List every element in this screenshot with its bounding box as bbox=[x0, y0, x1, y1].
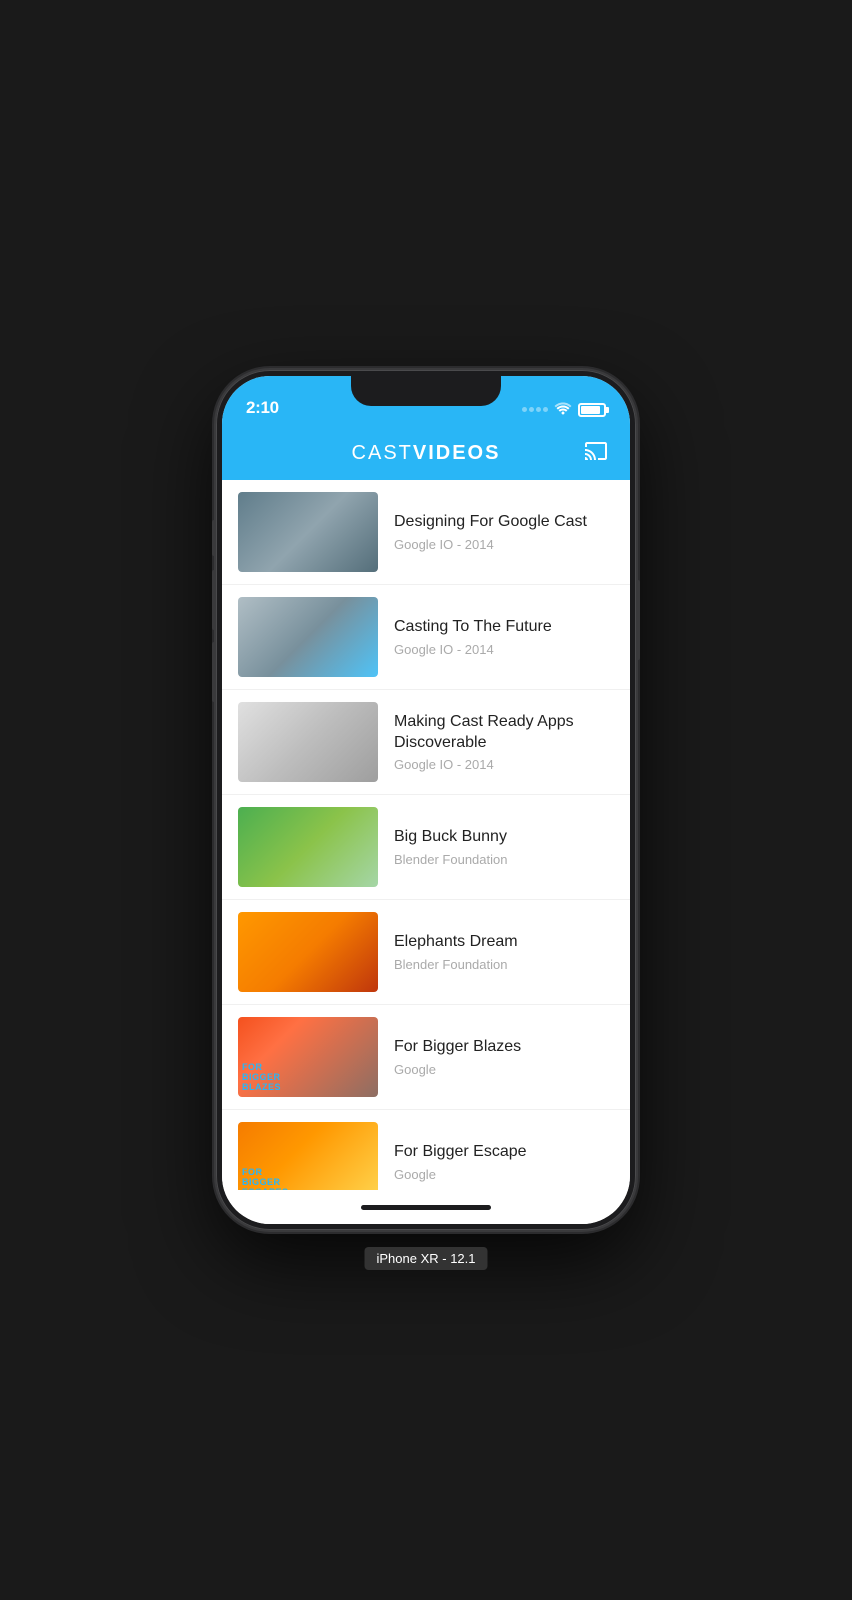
video-subtitle: Google bbox=[394, 1167, 614, 1182]
device-label: iPhone XR - 12.1 bbox=[364, 1247, 487, 1270]
video-thumbnail: FOR BIGGER BLAZES bbox=[238, 1017, 378, 1097]
thumb-text: FOR BIGGER ESCAPES bbox=[242, 1168, 374, 1190]
video-info: For Bigger Escape Google bbox=[394, 1142, 614, 1182]
video-list-item[interactable]: FOR BIGGER BLAZES For Bigger Blazes Google bbox=[222, 1005, 630, 1110]
thumb-text: FOR BIGGER BLAZES bbox=[242, 1063, 374, 1093]
video-info: For Bigger Blazes Google bbox=[394, 1037, 614, 1077]
video-subtitle: Google IO - 2014 bbox=[394, 537, 614, 552]
video-info: Big Buck Bunny Blender Foundation bbox=[394, 827, 614, 867]
status-time: 2:10 bbox=[246, 398, 279, 418]
app-title: CASTVIDEOS bbox=[352, 442, 501, 465]
wifi-icon bbox=[554, 401, 572, 418]
mute-button bbox=[212, 520, 216, 556]
video-info: Elephants Dream Blender Foundation bbox=[394, 932, 614, 972]
video-thumbnail bbox=[238, 492, 378, 572]
video-list-item[interactable]: FOR BIGGER ESCAPES For Bigger Escape Googl… bbox=[222, 1110, 630, 1190]
video-subtitle: Google bbox=[394, 1062, 614, 1077]
video-thumbnail: FOR BIGGER ESCAPES bbox=[238, 1122, 378, 1190]
video-thumbnail bbox=[238, 702, 378, 782]
video-title: Big Buck Bunny bbox=[394, 827, 614, 848]
phone-screen: 2:10 bbox=[222, 376, 630, 1224]
video-list-item[interactable]: Casting To The Future Google IO - 2014 bbox=[222, 585, 630, 690]
app-title-videos: VIDEOS bbox=[413, 442, 501, 464]
video-title: For Bigger Blazes bbox=[394, 1037, 614, 1058]
power-button bbox=[636, 580, 640, 660]
video-info: Making Cast Ready Apps Discoverable Googl… bbox=[394, 712, 614, 773]
video-list-item[interactable]: Big Buck Bunny Blender Foundation bbox=[222, 795, 630, 900]
video-info: Designing For Google Cast Google IO - 201… bbox=[394, 512, 614, 552]
home-bar bbox=[361, 1205, 491, 1210]
app-title-cast: CAST bbox=[352, 442, 413, 464]
video-subtitle: Blender Foundation bbox=[394, 852, 614, 867]
cast-button[interactable] bbox=[582, 439, 610, 468]
video-title: Casting To The Future bbox=[394, 617, 614, 638]
video-subtitle: Google IO - 2014 bbox=[394, 757, 614, 772]
phone-frame: 2:10 bbox=[216, 370, 636, 1230]
video-title: Making Cast Ready Apps Discoverable bbox=[394, 712, 614, 754]
video-title: For Bigger Escape bbox=[394, 1142, 614, 1163]
signal-icon bbox=[522, 407, 548, 412]
video-list-item[interactable]: Designing For Google Cast Google IO - 201… bbox=[222, 480, 630, 585]
status-icons bbox=[522, 401, 606, 418]
video-subtitle: Blender Foundation bbox=[394, 957, 614, 972]
notch bbox=[351, 376, 501, 406]
video-subtitle: Google IO - 2014 bbox=[394, 642, 614, 657]
home-indicator-area bbox=[222, 1190, 630, 1224]
video-list: Designing For Google Cast Google IO - 201… bbox=[222, 480, 630, 1190]
video-list-item[interactable]: Making Cast Ready Apps Discoverable Googl… bbox=[222, 690, 630, 795]
app-header: CASTVIDEOS bbox=[222, 426, 630, 480]
battery-icon bbox=[578, 403, 606, 417]
video-thumbnail bbox=[238, 807, 378, 887]
video-title: Elephants Dream bbox=[394, 932, 614, 953]
video-list-item[interactable]: Elephants Dream Blender Foundation bbox=[222, 900, 630, 1005]
volume-up-button bbox=[212, 570, 216, 630]
video-thumbnail bbox=[238, 597, 378, 677]
volume-down-button bbox=[212, 642, 216, 702]
video-info: Casting To The Future Google IO - 2014 bbox=[394, 617, 614, 657]
video-thumbnail bbox=[238, 912, 378, 992]
video-title: Designing For Google Cast bbox=[394, 512, 614, 533]
